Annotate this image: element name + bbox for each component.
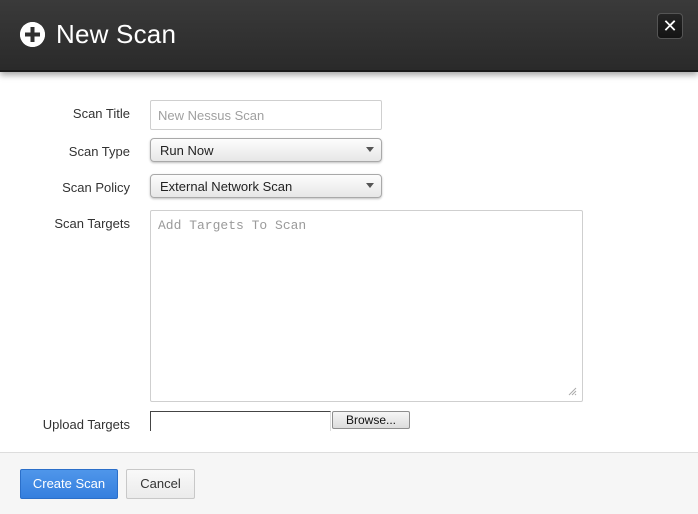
upload-file-field[interactable] (150, 411, 331, 431)
cancel-button[interactable]: Cancel (126, 469, 195, 499)
scan-type-value: Run Now (160, 143, 214, 158)
scan-targets-textarea[interactable] (150, 210, 583, 402)
scan-policy-label: Scan Policy (62, 180, 130, 195)
scan-type-select[interactable]: Run Now (150, 138, 382, 162)
scan-title-label: Scan Title (72, 106, 130, 121)
chevron-down-icon (366, 183, 374, 188)
scan-targets-label: Scan Targets (54, 216, 130, 231)
close-button[interactable]: ✕ (657, 13, 683, 39)
close-icon: ✕ (662, 16, 678, 36)
dialog-header: New Scan ✕ (0, 0, 698, 72)
upload-targets-label: Upload Targets (42, 417, 130, 432)
create-scan-button[interactable]: Create Scan (20, 469, 118, 499)
chevron-down-icon (366, 147, 374, 152)
browse-button[interactable]: Browse... (332, 411, 410, 429)
scan-type-label: Scan Type (68, 144, 130, 159)
dialog-title: New Scan (56, 19, 177, 49)
scan-policy-select[interactable]: External Network Scan (150, 174, 382, 198)
plus-circle-icon (20, 22, 45, 47)
scan-policy-value: External Network Scan (160, 179, 293, 194)
new-scan-dialog: New Scan ✕ Scan Title Scan Type Run Now … (0, 0, 698, 514)
scan-title-input[interactable] (150, 100, 382, 130)
